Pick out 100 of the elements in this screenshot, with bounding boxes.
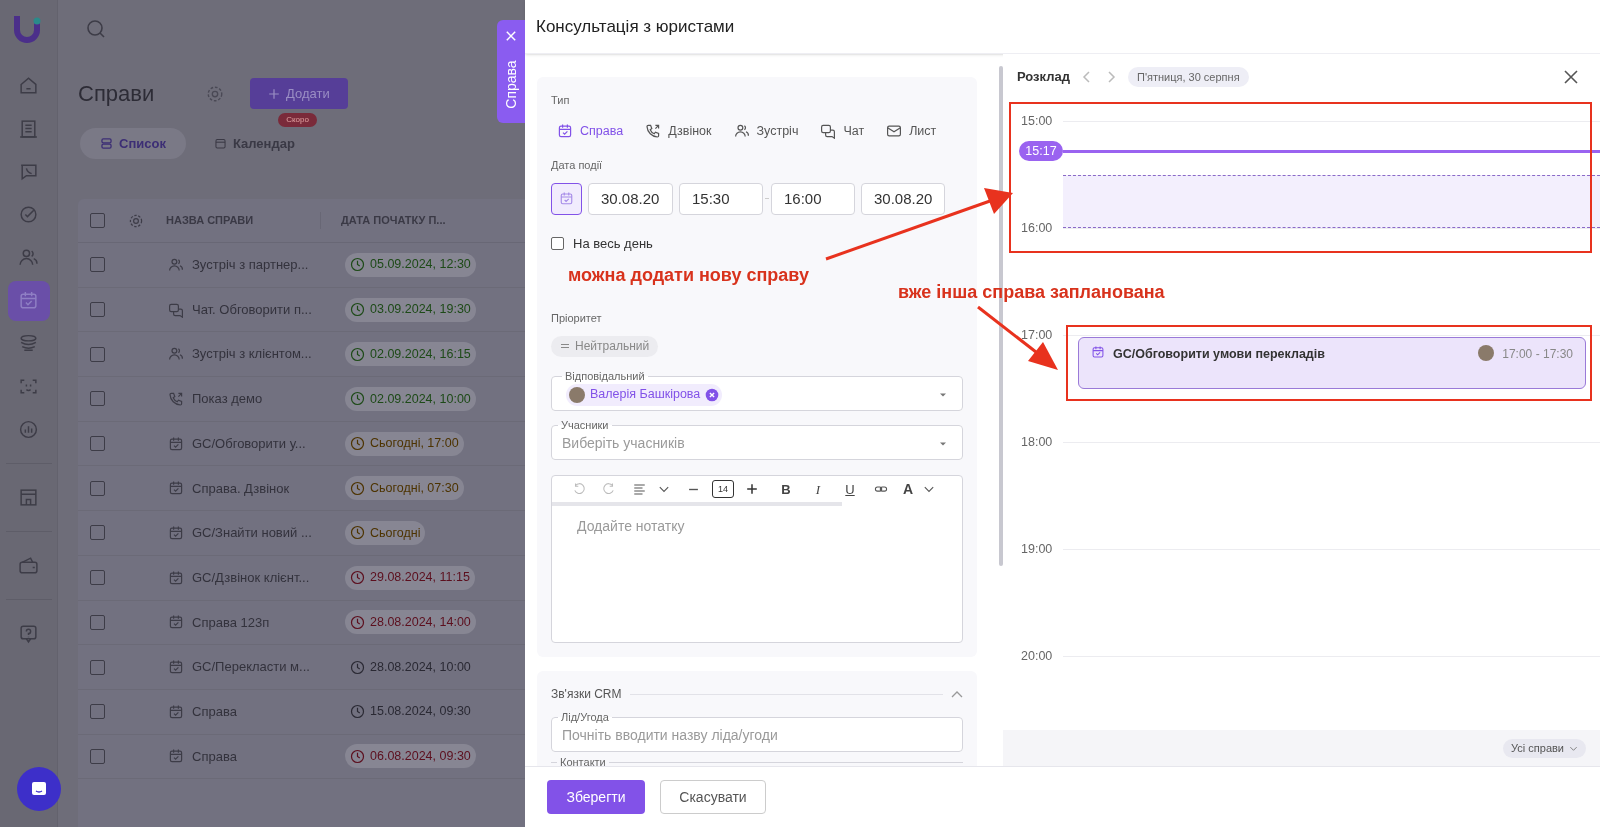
table-cell-text: Справа — [192, 702, 237, 721]
time-field[interactable]: 15:30 — [679, 182, 763, 215]
table-cell-text: Справа — [192, 747, 237, 766]
home-icon — [18, 75, 39, 96]
face-scan-icon — [18, 376, 39, 397]
chat-icon — [29, 780, 48, 798]
checkbox[interactable] — [90, 570, 105, 586]
checkbox[interactable] — [90, 659, 105, 675]
redo-icon[interactable] — [602, 482, 616, 497]
drawer-title: Консультація з юристами — [536, 15, 735, 38]
event-time: 17:00 - 17:30 — [1502, 346, 1573, 363]
clock-icon — [350, 704, 365, 720]
checkbox[interactable] — [551, 237, 564, 250]
calendar-button[interactable] — [551, 182, 582, 215]
date-field[interactable]: 30.08.20 — [861, 182, 945, 215]
table-cell-text: Справа 123п — [192, 613, 270, 632]
type-option[interactable]: Лист — [886, 121, 937, 141]
checkbox[interactable] — [90, 748, 105, 764]
checkbox[interactable] — [90, 391, 105, 407]
table-cell-text: Зустріч з партнер... — [192, 256, 309, 275]
checkbox[interactable] — [90, 346, 105, 362]
text-color-button[interactable]: A — [896, 477, 920, 502]
plus-icon[interactable] — [746, 483, 758, 496]
side-tab[interactable]: Справа — [497, 20, 525, 123]
event-card[interactable]: GC/Обговорити умови перекладів 17:00 - 17:30 — [1078, 337, 1586, 389]
people-icon — [733, 122, 750, 139]
save-button[interactable]: Зберегти — [547, 780, 645, 814]
page-title: Справи — [78, 80, 156, 108]
calendar-check-icon — [168, 480, 184, 497]
date-field[interactable]: 30.08.20 — [588, 182, 673, 215]
date-pill: 02.09.2024, 16:15 — [345, 342, 476, 367]
note-placeholder: Додайте нотатку — [576, 517, 686, 537]
plus-icon — [268, 87, 280, 100]
type-option[interactable]: Зустріч — [733, 121, 799, 141]
list-icon — [100, 137, 113, 150]
contacts-field[interactable]: Контакти — [551, 756, 963, 766]
lead-field[interactable]: Лід/Угода Почніть вводити назву ліда/угоди — [551, 711, 963, 753]
responsible-field[interactable]: Відповідальний Валерія Башкірова — [551, 370, 963, 412]
bold-button[interactable]: B — [770, 477, 802, 502]
collapse-caret-icon[interactable] — [951, 690, 963, 699]
calendar-check-icon — [168, 659, 184, 676]
search-icon — [86, 19, 106, 39]
checkbox[interactable] — [90, 614, 105, 630]
cancel-button[interactable]: Скасувати — [660, 780, 766, 814]
sidebar-item[interactable] — [7, 280, 50, 321]
chat-bubbles-icon — [820, 122, 837, 139]
field-label: Учасники — [560, 419, 610, 432]
type-option[interactable]: Справа — [557, 121, 624, 141]
note-editor[interactable]: 14 B I U A Додайте нотатку — [551, 475, 963, 644]
placeholder: Почніть вводити назву ліда/угоди — [562, 726, 778, 746]
filter-dropdown[interactable]: Усі справи — [1503, 738, 1586, 758]
calendar-check-icon — [168, 748, 184, 765]
chart-icon — [18, 419, 39, 440]
type-option[interactable]: Дзвінок — [645, 121, 712, 141]
checkbox[interactable] — [90, 436, 105, 452]
date-text: 28.08.2024, 10:00 — [345, 655, 476, 680]
table-cell-text: Показ демо — [192, 390, 263, 409]
badge: Скоро — [278, 113, 317, 127]
date-chip[interactable]: П'ятниця, 30 серпня — [1128, 67, 1249, 87]
align-icon[interactable] — [631, 481, 647, 497]
date-pill: 05.09.2024, 12:30 — [345, 252, 476, 277]
calendar-check-icon — [168, 524, 184, 541]
date-pill: 06.08.2024, 09:30 — [345, 744, 476, 769]
checkbox[interactable] — [90, 704, 105, 720]
calendar-icon — [213, 137, 227, 150]
date-pill: Сьогодні, 07:30 — [345, 476, 464, 501]
event-title: GC/Обговорити умови перекладів — [1113, 346, 1325, 363]
checkbox[interactable] — [90, 302, 105, 318]
annotation-text: можна додати нову справу — [568, 264, 809, 287]
calendar-icon — [559, 191, 574, 207]
checkbox[interactable] — [90, 213, 105, 228]
calendar-check-icon — [168, 614, 184, 631]
clock-icon — [350, 659, 365, 675]
remove-icon[interactable] — [705, 387, 720, 402]
time-field[interactable]: 16:00 — [771, 182, 855, 215]
italic-button[interactable]: I — [802, 477, 834, 502]
participants-field[interactable]: Учасники Виберіть учасників — [551, 419, 963, 461]
checkbox[interactable] — [90, 525, 105, 541]
table-cell-text: Чат. Обговорити п... — [192, 300, 312, 319]
person-chip[interactable]: Валерія Башкірова — [566, 383, 723, 406]
field-label: Тип — [551, 93, 571, 108]
field-label: Дата події — [551, 158, 604, 174]
people-icon — [18, 247, 39, 268]
date-pill: 28.08.2024, 14:00 — [345, 610, 476, 635]
table-cell-text: GC/Знайти новий ... — [192, 524, 312, 543]
chat-widget-button[interactable] — [16, 767, 61, 811]
table-cell-text: Справа. Дзвінок — [192, 479, 290, 498]
underline-button[interactable]: U — [834, 477, 866, 502]
annotation-text: вже інша справа запланована — [898, 281, 1165, 304]
phone-chat-icon — [18, 161, 39, 182]
phone-icon — [168, 390, 184, 407]
font-size-field[interactable]: 14 — [712, 480, 734, 499]
building-icon — [18, 118, 39, 139]
store-icon — [18, 487, 39, 508]
type-option[interactable]: Чат — [820, 121, 865, 141]
undo-icon[interactable] — [572, 482, 586, 497]
calendar-check-icon — [168, 703, 184, 720]
checkbox[interactable] — [90, 480, 105, 496]
checkbox[interactable] — [90, 257, 105, 273]
close-icon[interactable] — [1564, 70, 1578, 84]
